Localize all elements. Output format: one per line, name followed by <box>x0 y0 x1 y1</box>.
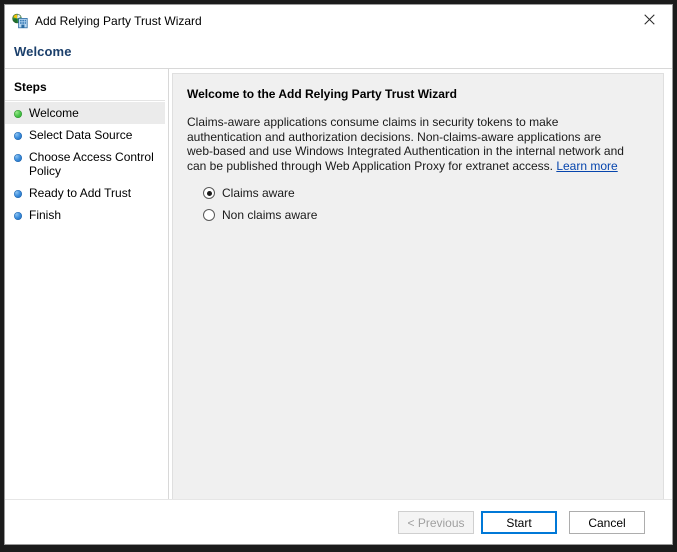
step-bullet-icon <box>14 132 22 140</box>
close-icon <box>644 13 655 28</box>
sidebar-item-label: Ready to Add Trust <box>29 186 132 200</box>
step-bullet-icon <box>14 154 22 162</box>
radio-unselected-icon[interactable] <box>203 209 215 221</box>
content-description: Claims-aware applications consume claims… <box>187 115 629 173</box>
step-bullet-icon <box>14 110 22 118</box>
sidebar-item-choose-access-control-policy[interactable]: Choose Access Control Policy <box>5 146 165 182</box>
start-button[interactable]: Start <box>481 511 557 534</box>
radio-option-claims-aware[interactable]: Claims aware <box>203 182 317 204</box>
desktop-backdrop: Add Relying Party Trust Wizard Welcome S… <box>0 0 677 552</box>
close-button[interactable] <box>627 5 672 35</box>
wizard-window: Add Relying Party Trust Wizard Welcome S… <box>4 4 673 545</box>
content-panel: Welcome to the Add Relying Party Trust W… <box>172 73 664 500</box>
step-bullet-icon <box>14 190 22 198</box>
sidebar-item-label: Welcome <box>29 106 79 120</box>
radio-option-label: Claims aware <box>222 186 295 200</box>
claims-awareness-radio-group: Claims aware Non claims aware <box>203 182 317 226</box>
radio-option-non-claims-aware[interactable]: Non claims aware <box>203 204 317 226</box>
step-bullet-icon <box>14 212 22 220</box>
steps-sidebar: Steps Welcome Select Data Source Choose … <box>5 69 165 544</box>
sidebar-item-label: Choose Access Control Policy <box>29 150 154 178</box>
button-bar: < Previous Start Cancel <box>5 499 672 544</box>
radio-option-label: Non claims aware <box>222 208 318 222</box>
cancel-button[interactable]: Cancel <box>569 511 645 534</box>
sidebar-item-select-data-source[interactable]: Select Data Source <box>5 124 165 146</box>
page-header: Welcome <box>5 37 672 68</box>
title-bar: Add Relying Party Trust Wizard <box>5 5 672 37</box>
window-title: Add Relying Party Trust Wizard <box>35 14 202 28</box>
page-title: Welcome <box>14 44 72 59</box>
sidebar-item-finish[interactable]: Finish <box>5 204 165 226</box>
sidebar-item-label: Finish <box>29 208 62 222</box>
previous-button: < Previous <box>398 511 474 534</box>
sidebar-item-label: Select Data Source <box>29 128 133 142</box>
radio-selected-icon[interactable] <box>203 187 215 199</box>
adfs-wizard-icon <box>12 13 28 29</box>
sidebar-item-welcome[interactable]: Welcome <box>5 102 165 124</box>
steps-heading-rule <box>5 100 165 101</box>
learn-more-link[interactable]: Learn more <box>556 159 617 173</box>
steps-list: Welcome Select Data Source Choose Access… <box>5 102 165 226</box>
sidebar-divider <box>168 69 169 544</box>
sidebar-item-ready-to-add-trust[interactable]: Ready to Add Trust <box>5 182 165 204</box>
steps-heading: Steps <box>14 80 47 94</box>
content-heading: Welcome to the Add Relying Party Trust W… <box>187 87 457 101</box>
